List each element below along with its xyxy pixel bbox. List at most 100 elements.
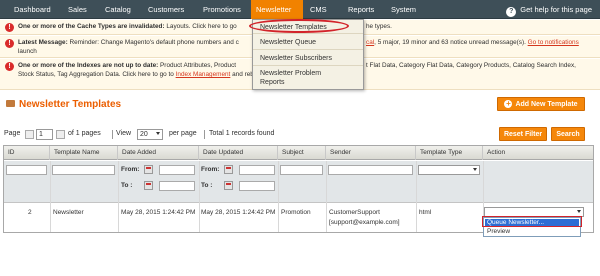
add-new-template-label: Add New Template <box>515 101 578 108</box>
message-latest-tail: , 5 major, 19 minor and 63 notice unread… <box>374 39 526 46</box>
nav-catalog[interactable]: Catalog <box>100 0 136 19</box>
nav-dashboard[interactable]: Dashboard <box>9 0 56 19</box>
error-icon: ! <box>5 39 14 48</box>
column-divider <box>416 161 417 232</box>
menu-newsletter-problem-reports[interactable]: Newsletter Problem Reports <box>253 67 363 89</box>
menu-reports-label: Reports <box>260 79 285 86</box>
sender-name: CustomerSupport <box>329 209 380 216</box>
help-link[interactable]: ? Get help for this page <box>506 0 592 19</box>
divider <box>204 130 205 139</box>
page-input[interactable]: 1 <box>36 129 53 140</box>
message-cache-lead: One or more of the Cache Types are inval… <box>18 23 165 30</box>
nav-customers[interactable]: Customers <box>143 0 189 19</box>
chevron-down-icon <box>156 132 160 135</box>
message-indexes-lead: One or more of the Indexes are not up to… <box>18 62 159 69</box>
filter-subject-input[interactable] <box>280 165 323 175</box>
top-nav: Dashboard Sales Catalog Customers Promot… <box>0 0 600 19</box>
col-template-type[interactable]: Template Type <box>416 146 483 160</box>
filter-type-select[interactable] <box>418 165 480 175</box>
go-to-notifications-link[interactable]: Go to notifications <box>528 39 579 46</box>
divider <box>112 130 113 139</box>
calendar-icon[interactable] <box>144 181 153 190</box>
message-critical-link[interactable]: cal <box>366 39 374 46</box>
nav-cms[interactable]: CMS <box>305 0 332 19</box>
per-page-label: per page <box>169 130 197 137</box>
nav-promotions[interactable]: Promotions <box>198 0 246 19</box>
date-added-from-label: From: <box>121 166 140 173</box>
filter-name-input[interactable] <box>52 165 115 175</box>
column-divider <box>278 161 279 232</box>
nav-system[interactable]: System <box>386 0 421 19</box>
prev-page-button[interactable] <box>25 130 34 139</box>
date-added-from-input[interactable] <box>159 165 195 175</box>
cell-template-name: Newsletter <box>53 209 84 216</box>
cell-template-type: html <box>419 209 432 216</box>
menu-problem-label: Newsletter Problem <box>260 70 322 77</box>
date-added-to-input[interactable] <box>159 181 195 191</box>
filter-sender-input[interactable] <box>328 165 413 175</box>
add-new-template-button[interactable]: + Add New Template <box>497 97 585 111</box>
message-indexes-tail: t Flat Data, Category Flat Data, Categor… <box>366 62 576 69</box>
col-id[interactable]: ID <box>4 146 50 160</box>
message-indexes-text: Product Attributes, Product <box>160 62 237 69</box>
grid-header: ID Template Name Date Added Date Updated… <box>4 146 593 160</box>
nav-newsletter[interactable]: Newsletter <box>251 0 303 19</box>
help-icon: ? <box>506 7 517 17</box>
column-divider <box>50 161 51 232</box>
date-updated-to-label: To : <box>201 182 213 189</box>
filter-row: From: To : From: To : <box>4 161 593 203</box>
message-latest-line2: launch <box>18 48 37 55</box>
date-updated-from-input[interactable] <box>239 165 275 175</box>
column-divider <box>326 161 327 232</box>
date-updated-to-input[interactable] <box>239 181 275 191</box>
error-icon: ! <box>5 23 14 32</box>
menu-newsletter-subscribers[interactable]: Newsletter Subscribers <box>253 51 363 66</box>
nav-reports[interactable]: Reports <box>343 0 379 19</box>
per-page-value: 20 <box>140 131 148 138</box>
col-action: Action <box>487 149 506 156</box>
total-records: Total 1 records found <box>209 130 275 137</box>
col-template-name[interactable]: Template Name <box>50 146 118 160</box>
message-cache-tail: he types. <box>366 23 392 30</box>
col-sender[interactable]: Sender <box>326 146 416 160</box>
of-pages-label: of 1 pages <box>68 130 101 137</box>
message-latest-text: Reminder: Change Magento's default phone… <box>69 39 239 46</box>
calendar-icon[interactable] <box>224 181 233 190</box>
cell-subject: Promotion <box>281 209 311 216</box>
calendar-icon[interactable] <box>224 165 233 174</box>
page-title: Newsletter Templates <box>6 99 121 110</box>
highlight-oval <box>249 19 349 33</box>
column-divider <box>199 161 200 232</box>
index-management-link[interactable]: Index Management <box>176 71 231 78</box>
calendar-icon[interactable] <box>144 165 153 174</box>
col-date-added[interactable]: Date Added <box>118 146 199 160</box>
next-page-button[interactable] <box>56 130 65 139</box>
nav-sales[interactable]: Sales <box>63 0 92 19</box>
cell-id: 2 <box>28 209 32 216</box>
date-updated-from-label: From: <box>201 166 220 173</box>
page-label: Page <box>4 130 21 137</box>
per-page-select[interactable]: 20 <box>137 129 163 140</box>
chevron-down-icon <box>577 210 581 213</box>
search-button[interactable]: Search <box>551 127 585 141</box>
cell-date-added: May 28, 2015 1:24:42 PM <box>121 209 196 216</box>
cell-sender: CustomerSupport [support@example.com] <box>329 208 400 228</box>
col-subject[interactable]: Subject <box>278 146 326 160</box>
sender-email: [support@example.com] <box>329 219 400 226</box>
message-indexes-line2: Stock Status, Tag Aggregation Data. Clic… <box>18 71 174 78</box>
menu-newsletter-queue[interactable]: Newsletter Queue <box>253 35 363 50</box>
date-added-to-label: To : <box>121 182 133 189</box>
message-cache-text: Layouts. Click here to go <box>166 23 237 30</box>
cell-date-updated: May 28, 2015 1:24:42 PM <box>201 209 276 216</box>
highlight-box <box>482 216 582 227</box>
column-divider <box>118 161 119 232</box>
filter-id-input[interactable] <box>6 165 47 175</box>
plus-icon: + <box>504 99 513 108</box>
template-icon <box>6 100 15 107</box>
reset-filter-button[interactable]: Reset Filter <box>499 127 547 141</box>
view-label: View <box>116 130 132 137</box>
message-latest-lead: Latest Message: <box>18 39 68 46</box>
help-label: Get help for this page <box>520 5 592 14</box>
option-preview[interactable]: Preview <box>485 228 579 236</box>
col-date-updated[interactable]: Date Updated <box>199 146 278 160</box>
